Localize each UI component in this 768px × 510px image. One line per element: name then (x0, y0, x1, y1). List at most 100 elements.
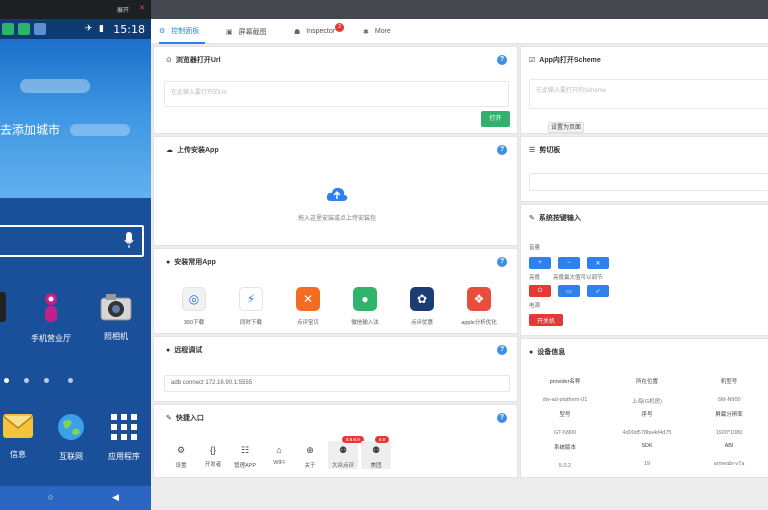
keyboard-card: ✎ 系统按键输入 音量 + − ✕ 亮度 亮度最大值可以调节 ⏻ ▭ ✓ 电源 开… (520, 204, 768, 336)
quick-entry-item[interactable]: ⊕ 关于 (295, 445, 325, 469)
card-title: ● 远程调试 (166, 347, 203, 354)
upload-dropzone[interactable]: 拖入这里安装或点上传安装包 (166, 165, 508, 239)
status-time: 15:18 (113, 23, 145, 36)
clipboard-input[interactable] (529, 173, 768, 191)
quick-entry-item[interactable]: {} 开发者 (198, 445, 228, 468)
card-title: ✎ 系统按键输入 (529, 215, 581, 222)
expand-label[interactable]: 展开 (117, 5, 129, 14)
quick-entry-icon: ☷ (240, 445, 250, 455)
set-as-page-button[interactable]: 设置为页面 (548, 122, 584, 133)
cloud-decoration (70, 124, 130, 136)
url-input[interactable]: 在此输入要打开的Url (164, 81, 509, 107)
volume-down-button[interactable]: − (558, 257, 580, 269)
install-app-tile[interactable]: ◎ 360下载 (174, 287, 214, 326)
home-button[interactable]: ○ (48, 492, 53, 502)
quick-entry-item[interactable]: ☷ 管理APP (230, 445, 260, 469)
gear-icon: ⚙ (159, 27, 166, 35)
dot-icon: ● (166, 259, 171, 266)
notification-app-icon (18, 23, 30, 35)
app-drawer[interactable]: 应用程序 (100, 412, 148, 462)
quick-entry-item[interactable]: ⚉ 大众点评 (328, 441, 358, 469)
tab-control-panel[interactable]: ⚙ 控制面板 (159, 19, 206, 44)
app-icon: ◎ (182, 287, 206, 311)
open-url-card: ⊙ 浏览器打开Url ? 在此输入要打开的Url 打开 (153, 46, 518, 134)
google-search-bar[interactable] (0, 225, 144, 257)
partial-app[interactable] (0, 292, 8, 322)
card-title: ● 设备信息 (529, 349, 566, 356)
volume-up-button[interactable]: + (529, 257, 551, 269)
app-titlebar (151, 0, 768, 19)
image-icon: ▣ (226, 28, 233, 36)
help-icon[interactable]: ? (497, 257, 507, 267)
help-icon[interactable]: ? (497, 55, 507, 65)
camera-icon (100, 294, 132, 321)
card-title: ● 安装常用App (166, 259, 216, 266)
scheme-input[interactable]: 在此输入要打开的Scheme (529, 79, 768, 109)
pencil-icon: ✎ (529, 215, 535, 222)
install-app-tile[interactable]: ⚡ 同时下载 (231, 287, 271, 326)
card-title: ☑ App内打开Scheme (529, 57, 601, 64)
app-icon: ✕ (296, 287, 320, 311)
brightness-label: 亮度 (529, 275, 541, 281)
power-icon-button[interactable]: ⏻ (529, 285, 551, 297)
app-internet[interactable]: 互联网 (50, 412, 92, 462)
card-title: ☰ 剪切板 (529, 147, 561, 154)
tab-bar: ⚙ 控制面板 ▣ 屏幕截图 ☗ Inspector 2 ✱ More (151, 19, 768, 44)
screen-button[interactable]: ▭ (558, 285, 580, 297)
weather-city[interactable]: 去添加城市 (0, 121, 60, 138)
help-icon[interactable]: ? (497, 345, 507, 355)
phone-mirror[interactable]: 展开 ✕ ✈ ▮ 15:18 去添加城市 手机营业厅 照相机 信息 互联网 应用… (0, 0, 151, 510)
install-app-tile[interactable]: ✿ 点评优惠 (402, 287, 442, 326)
app-camera[interactable]: 照相机 (88, 292, 144, 342)
power-toggle-button[interactable]: 开关机 (529, 314, 563, 326)
brightness-hint: 亮度最大值可以调节 (553, 275, 603, 281)
device-info-cell: 屏幕分辨率 1920*1080 (715, 412, 743, 436)
device-info-card: ● 设备信息 provider名称 dw-ad-platform-01 所在位置 上海(… (520, 338, 768, 478)
device-info-cell: provider名称 dw-ad-platform-01 (542, 379, 588, 403)
adb-command[interactable]: adb connect 172.16.90.1:5555 (164, 375, 510, 392)
common-apps-card: ● 安装常用App ? ◎ 360下载 ⚡ 同时下载 ✕ 点评宝贝 ● 微信输入法 ✿ 点评优惠 ❖ a… (153, 248, 518, 334)
app-messages[interactable]: 信息 (0, 412, 38, 460)
phone-status-bar: ✈ ▮ 15:18 (0, 19, 151, 39)
quick-entry-icon: ⚙ (176, 445, 186, 455)
install-app-tile[interactable]: ❖ apple分析优化 (459, 287, 499, 326)
quick-entry-icon: ⌂ (276, 445, 282, 455)
back-button[interactable]: ◀ (112, 492, 119, 503)
card-title: ✎ 快捷入口 (166, 415, 204, 422)
control-app: ⚙ 控制面板 ▣ 屏幕截图 ☗ Inspector 2 ✱ More ⊙ 浏览器打… (151, 0, 768, 510)
mic-icon[interactable] (124, 232, 134, 248)
clipboard-card: ☰ 剪切板 (520, 136, 768, 202)
quick-entry-item[interactable]: ⚉ 美团 (361, 441, 391, 469)
device-info-cell: 型号 GT-N900 (553, 412, 577, 436)
list-icon: ☰ (529, 147, 536, 154)
weather-widget[interactable]: 去添加城市 (0, 39, 151, 198)
cloud-upload-icon (326, 187, 348, 201)
grid-icon (111, 414, 137, 440)
app-icon: ⚡ (239, 287, 263, 311)
help-icon[interactable]: ? (497, 145, 507, 155)
quick-entry-item[interactable]: ⌂ WIFI (264, 445, 294, 466)
app-icon: ● (353, 287, 377, 311)
notification-app-icon (2, 23, 14, 35)
device-info-cell: 序号 4d00d578ba4d4d75 (622, 412, 672, 436)
open-url-button[interactable]: 打开 (481, 111, 510, 127)
check-button[interactable]: ✓ (587, 285, 609, 297)
install-app-tile[interactable]: ✕ 点评宝贝 (288, 287, 328, 326)
quick-entry-item[interactable]: ⚙ 设置 (166, 445, 196, 469)
card-title: ☁ 上传安装App (166, 147, 219, 154)
help-icon[interactable]: ? (497, 413, 507, 423)
quick-entry-icon: ⊕ (306, 445, 314, 455)
tab-screenshot[interactable]: ▣ 屏幕截图 (226, 19, 267, 44)
app-mobile-hall[interactable]: 手机营业厅 (20, 292, 82, 344)
tab-inspector[interactable]: ☗ Inspector 2 (294, 19, 345, 44)
close-icon[interactable]: ✕ (139, 4, 145, 12)
status-icons: ✈ ▮ (85, 23, 106, 33)
quick-entry-badge: 8.8 (375, 436, 390, 443)
install-app-tile[interactable]: ● 微信输入法 (345, 287, 385, 326)
mute-button[interactable]: ✕ (587, 257, 609, 269)
pencil-icon: ✎ (166, 415, 172, 422)
tab-more[interactable]: ✱ More (363, 19, 391, 44)
inspector-icon: ☗ (294, 28, 301, 36)
check-icon: ☑ (529, 57, 536, 64)
device-info-cell: 系统版本 5.0.2 (553, 445, 576, 469)
